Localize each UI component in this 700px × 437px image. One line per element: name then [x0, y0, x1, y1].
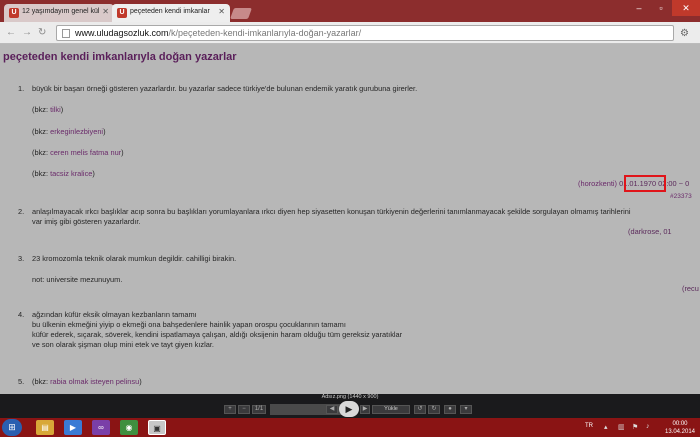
image-viewer-bar: Adsız.png (1440 x 900) + − 1/1 ◀ ▶ ▶ Yük…	[0, 394, 700, 418]
rotate-left-icon[interactable]: ↺	[414, 405, 426, 414]
author-link[interactable]: (horozkenti)	[578, 179, 617, 188]
chrome-icon[interactable]: ◉	[120, 420, 138, 435]
media-player-icon[interactable]: ▶	[64, 420, 82, 435]
entry-text: ağzından küfür eksik olmayan kezbanların…	[32, 310, 197, 319]
browser-toolbar: ← → ↻ www.uludagsozluk.com/k/peçeteden-k…	[0, 22, 700, 44]
new-tab-button[interactable]	[229, 8, 253, 19]
bkz-line: (bkz: rabia olmak isteyen pelinsu)	[32, 377, 142, 386]
back-arrow-icon[interactable]: ←	[6, 27, 16, 38]
image-counter: 1/1	[252, 405, 266, 414]
bkz-link-tilki[interactable]: tilki	[50, 105, 61, 114]
page-title[interactable]: peçeteden kendi imkanlarıyla doğan yazar…	[3, 51, 237, 63]
bkz-prefix: (bkz:	[32, 377, 51, 386]
bkz-suffix: )	[121, 148, 124, 157]
bkz-line: (bkz: erkeginlezbiyeni)	[32, 127, 106, 136]
dropdown-icon[interactable]: ▾	[460, 405, 472, 414]
wrench-menu-icon[interactable]: ⚙	[680, 28, 689, 39]
visual-studio-icon[interactable]: ∞	[92, 420, 110, 435]
entry-text: büyük bir başarı örneği gösteren yazarla…	[32, 84, 418, 93]
start-button[interactable]: ⊞	[2, 419, 22, 436]
load-button[interactable]: Yükle	[372, 405, 410, 414]
address-bar[interactable]: www.uludagsozluk.com/k/peçeteden-kendi-i…	[56, 25, 674, 41]
entry-id-link[interactable]: #23373	[670, 193, 692, 200]
windows-taskbar: ⊞ ▤ ▶ ∞ ◉ ▣ TR ▴ ▥ ⚑ ♪ 00:00 13.04.2014	[0, 418, 700, 437]
zoom-in-icon[interactable]: +	[224, 405, 236, 414]
entry-number: 3.	[18, 254, 25, 263]
bkz-link-ceren[interactable]: ceren melis fatma nur	[50, 148, 121, 157]
entry-text: ve son olarak şişman olup mini etek ve t…	[32, 340, 214, 349]
tab-active[interactable]: U peçeteden kendi imkanlar ✕	[112, 4, 230, 22]
network-icon[interactable]: ▥	[618, 423, 625, 431]
bkz-link-erkeginlezbiyeni[interactable]: erkeginlezbiyeni	[50, 127, 103, 136]
clock[interactable]: 00:00 13.04.2014	[662, 420, 698, 436]
browser-tab-strip: U 12 yaşımdayım genel kül ✕ U peçeteden …	[0, 0, 700, 22]
flag-icon[interactable]: ⚑	[632, 423, 638, 431]
bkz-line: (bkz: ceren melis fatma nur)	[32, 148, 124, 157]
close-icon[interactable]: ✕	[218, 7, 225, 16]
entry-number: 5.	[18, 377, 25, 386]
page-content: peçeteden kendi imkanlarıyla doğan yazar…	[0, 44, 700, 394]
previous-icon[interactable]: ◀	[326, 405, 338, 414]
reload-icon[interactable]: ↻	[38, 27, 46, 38]
language-indicator[interactable]: TR	[585, 423, 593, 429]
tab-inactive[interactable]: U 12 yaşımdayım genel kül ✕	[4, 4, 114, 22]
uludag-favicon-icon: U	[117, 8, 127, 18]
uludag-favicon-icon: U	[9, 8, 19, 18]
bkz-prefix: (bkz:	[32, 169, 51, 178]
bkz-prefix: (bkz:	[32, 148, 51, 157]
window-close-icon[interactable]: ✕	[672, 0, 700, 16]
bkz-prefix: (bkz:	[32, 105, 51, 114]
author-link[interactable]: (recu	[682, 284, 699, 293]
clock-date: 13.04.2014	[664, 429, 696, 435]
bkz-suffix: )	[103, 127, 106, 136]
entry-text: not: universite mezunuyum.	[32, 275, 123, 284]
date-highlight-box	[624, 175, 666, 192]
entry-number: 4.	[18, 310, 25, 319]
bkz-suffix: )	[92, 169, 95, 178]
tab-title: peçeteden kendi imkanlar	[130, 8, 210, 15]
author-link[interactable]: (darkrose, 01	[628, 227, 672, 236]
forward-arrow-icon[interactable]: →	[22, 27, 32, 38]
next-icon[interactable]: ▶	[360, 405, 370, 414]
zoom-out-icon[interactable]: −	[238, 405, 250, 414]
bkz-line: (bkz: tilki)	[32, 105, 63, 114]
entry-text: 23 kromozomla teknik olarak mumkun degil…	[32, 254, 237, 263]
image-viewer-icon[interactable]: ▣	[148, 420, 166, 435]
entry-text: anlaşılmayacak ırkcı başlıklar acıp sonr…	[32, 207, 631, 216]
tab-title: 12 yaşımdayım genel kül	[22, 8, 100, 15]
bkz-prefix: (bkz:	[32, 127, 51, 136]
bkz-suffix: )	[139, 377, 142, 386]
viewer-caption: Adsız.png (1440 x 900)	[321, 394, 379, 400]
entry-text: var imiş gibi gösteren yazarlardır.	[32, 217, 141, 226]
bkz-link-tacsiz[interactable]: tacsiz kralice	[50, 169, 92, 178]
close-icon[interactable]: ✕	[102, 7, 109, 16]
file-explorer-icon[interactable]: ▤	[36, 420, 54, 435]
add-icon[interactable]: ●	[444, 405, 456, 414]
rotate-right-icon[interactable]: ↻	[428, 405, 440, 414]
url-path: /k/peçeteden-kendi-imkanlarıyla-doğan-ya…	[168, 28, 362, 38]
tray-arrow-icon[interactable]: ▴	[604, 423, 608, 431]
bkz-suffix: )	[60, 105, 64, 114]
entry-number: 1.	[18, 84, 25, 93]
bkz-line: (bkz: tacsiz kralice)	[32, 169, 95, 178]
volume-icon[interactable]: ♪	[646, 423, 650, 430]
maximize-icon[interactable]: ▫	[650, 0, 672, 16]
url-host: www.uludagsozluk.com	[75, 28, 169, 38]
page-icon	[62, 29, 70, 38]
play-icon[interactable]: ▶	[339, 401, 359, 417]
clock-time: 00:00	[672, 421, 688, 427]
entry-text: küfür ederek, sıçarak, söverek, kendini …	[32, 330, 403, 339]
bkz-link-rabia[interactable]: rabia olmak isteyen pelinsu	[50, 377, 139, 386]
minimize-icon[interactable]: –	[628, 0, 650, 16]
entry-number: 2.	[18, 207, 25, 216]
entry-text: bu ülkenin ekmeğini yiyip o ekmeği ona b…	[32, 320, 346, 329]
